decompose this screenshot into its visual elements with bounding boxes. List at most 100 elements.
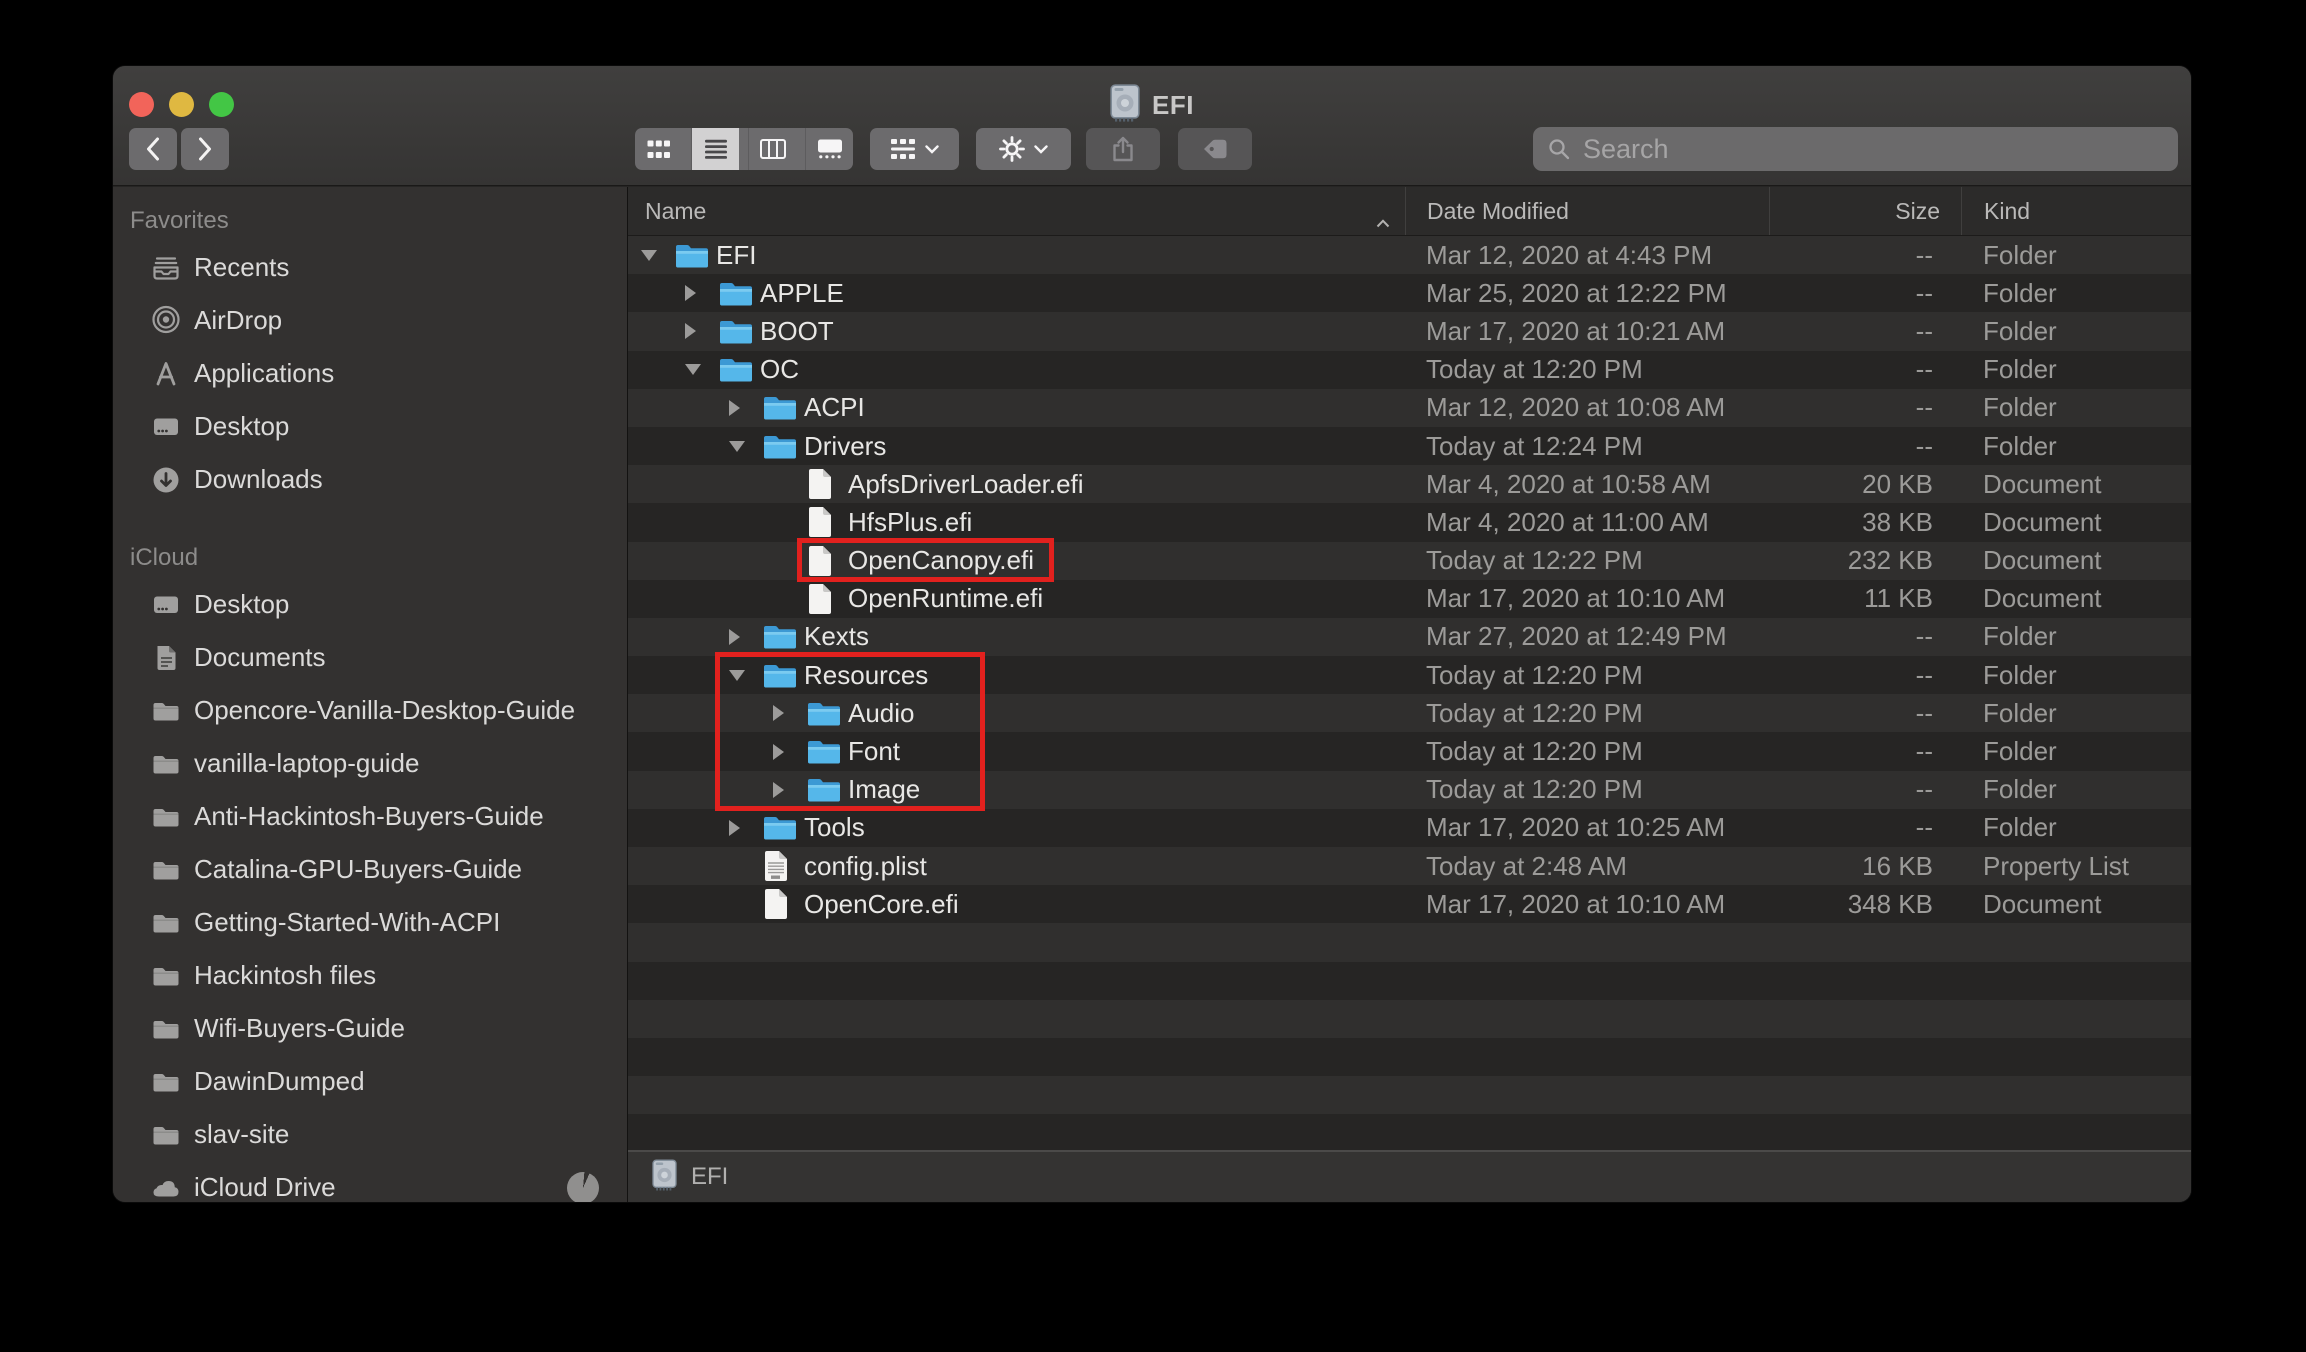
share-button[interactable] [1086,128,1160,170]
disclosure-triangle[interactable] [685,285,719,301]
sidebar-item-applications[interactable]: Applications [113,347,627,400]
file-kind: Folder [1961,316,2191,347]
column-header-kind[interactable]: Kind [1961,187,2191,235]
sidebar-item-dawindumped[interactable]: DawinDumped [113,1055,627,1108]
file-size: -- [1769,698,1961,729]
row-opencore-efi[interactable]: OpenCore.efi Mar 17, 2020 at 10:10 AM 34… [628,885,2191,923]
sidebar-item-icloud-drive[interactable]: iCloud Drive [113,1161,627,1202]
file-name: OpenCanopy.efi [848,545,1034,576]
gallery-view-button[interactable] [805,128,853,170]
file-size: -- [1769,354,1961,385]
column-header-date-modified[interactable]: Date Modified [1405,187,1769,235]
row-hfsplus-efi[interactable]: HfsPlus.efi Mar 4, 2020 at 11:00 AM 38 K… [628,503,2191,541]
row-font[interactable]: Font Today at 12:20 PM -- Folder [628,732,2191,770]
zoom-button[interactable] [209,92,234,117]
disclosure-triangle[interactable] [729,400,763,416]
date-modified: Today at 12:24 PM [1405,431,1769,462]
action-menu-button[interactable] [976,128,1071,170]
row-drivers[interactable]: Drivers Today at 12:24 PM -- Folder [628,427,2191,465]
sidebar-item-anti-hackintosh-buyers-guide[interactable]: Anti-Hackintosh-Buyers-Guide [113,790,627,843]
folder-icon [763,662,797,689]
tags-button[interactable] [1178,128,1252,170]
file-name: Font [848,736,900,767]
group-by-button[interactable] [870,128,959,170]
disclosure-triangle[interactable] [641,250,675,261]
row-boot[interactable]: BOOT Mar 17, 2020 at 10:21 AM -- Folder [628,312,2191,350]
row-opencanopy-efi[interactable]: OpenCanopy.efi Today at 12:22 PM 232 KB … [628,542,2191,580]
file-name: ACPI [804,392,865,423]
column-view-button[interactable] [748,128,796,170]
disclosure-triangle[interactable] [729,441,763,452]
row-oc[interactable]: OC Today at 12:20 PM -- Folder [628,351,2191,389]
row-efi[interactable]: EFI Mar 12, 2020 at 4:43 PM -- Folder [628,236,2191,274]
file-kind: Folder [1961,278,2191,309]
sidebar-item-vanilla-laptop-guide[interactable]: vanilla-laptop-guide [113,737,627,790]
sort-ascending-icon [1376,207,1390,234]
folder-icon [150,1119,182,1151]
row-openruntime-efi[interactable]: OpenRuntime.efi Mar 17, 2020 at 10:10 AM… [628,580,2191,618]
file-name: HfsPlus.efi [848,507,972,538]
date-modified: Mar 12, 2020 at 4:43 PM [1405,240,1769,271]
sidebar-item-opencore-vanilla-desktop-guide[interactable]: Opencore-Vanilla-Desktop-Guide [113,684,627,737]
icon-view-icon [647,139,671,160]
list-header: Name Date Modified Size Kind [628,187,2191,236]
icloud-drive-icon [150,1172,182,1203]
search-icon [1547,137,1571,161]
sidebar-item-airdrop[interactable]: AirDrop [113,294,627,347]
disclosure-triangle[interactable] [773,744,807,760]
sidebar-item-downloads[interactable]: Downloads [113,453,627,506]
file-kind: Folder [1961,774,2191,805]
downloads-icon [150,464,182,496]
sidebar-item-getting-started-with-acpi[interactable]: Getting-Started-With-ACPI [113,896,627,949]
row-config-plist[interactable]: config.plist Today at 2:48 AM 16 KB Prop… [628,847,2191,885]
folder-icon [763,814,797,841]
empty-row [628,1076,2191,1114]
row-image[interactable]: Image Today at 12:20 PM -- Folder [628,771,2191,809]
sidebar-item-hackintosh-files[interactable]: Hackintosh files [113,949,627,1002]
back-button[interactable] [129,128,177,170]
sidebar-item-catalina-gpu-buyers-guide[interactable]: Catalina-GPU-Buyers-Guide [113,843,627,896]
row-resources[interactable]: Resources Today at 12:20 PM -- Folder [628,656,2191,694]
sidebar-item-wifi-buyers-guide[interactable]: Wifi-Buyers-Guide [113,1002,627,1055]
toolbar: EFI [113,66,2191,186]
file-list: EFI Mar 12, 2020 at 4:43 PM -- Folder AP… [628,236,2191,1151]
disclosure-triangle[interactable] [729,820,763,836]
row-apple[interactable]: APPLE Mar 25, 2020 at 12:22 PM -- Folder [628,274,2191,312]
disclosure-triangle[interactable] [773,705,807,721]
disclosure-triangle[interactable] [729,670,763,681]
row-apfsdriverloader-efi[interactable]: ApfsDriverLoader.efi Mar 4, 2020 at 10:5… [628,465,2191,503]
sidebar-item-desktop[interactable]: Desktop [113,400,627,453]
sidebar-item-documents[interactable]: Documents [113,631,627,684]
date-modified: Mar 17, 2020 at 10:10 AM [1405,889,1769,920]
window-title: EFI [1152,90,1194,121]
row-audio[interactable]: Audio Today at 12:20 PM -- Folder [628,694,2191,732]
sidebar-item-slav-site[interactable]: slav-site [113,1108,627,1161]
date-modified: Mar 17, 2020 at 10:25 AM [1405,812,1769,843]
minimize-button[interactable] [169,92,194,117]
disclosure-triangle[interactable] [773,782,807,798]
row-kexts[interactable]: Kexts Mar 27, 2020 at 12:49 PM -- Folder [628,618,2191,656]
disk-icon [1110,84,1140,127]
row-tools[interactable]: Tools Mar 17, 2020 at 10:25 AM -- Folder [628,809,2191,847]
disclosure-triangle[interactable] [685,323,719,339]
close-button[interactable] [129,92,154,117]
column-header-name[interactable]: Name [628,187,1405,235]
search-input[interactable] [1581,133,2164,166]
date-modified: Today at 12:20 PM [1405,660,1769,691]
sidebar-item-desktop[interactable]: Desktop [113,578,627,631]
file-name: EFI [716,240,756,271]
column-header-size[interactable]: Size [1769,187,1961,235]
row-acpi[interactable]: ACPI Mar 12, 2020 at 10:08 AM -- Folder [628,389,2191,427]
file-kind: Document [1961,583,2191,614]
file-kind: Folder [1961,621,2191,652]
sidebar-item-recents[interactable]: Recents [113,241,627,294]
forward-button[interactable] [181,128,229,170]
disclosure-triangle[interactable] [685,364,719,375]
recents-icon [150,252,182,284]
icon-view-button[interactable] [635,128,682,170]
disclosure-triangle[interactable] [729,629,763,645]
file-size: -- [1769,431,1961,462]
list-view-button[interactable] [691,128,739,170]
gallery-view-icon [817,139,843,159]
search-field[interactable] [1533,127,2178,171]
